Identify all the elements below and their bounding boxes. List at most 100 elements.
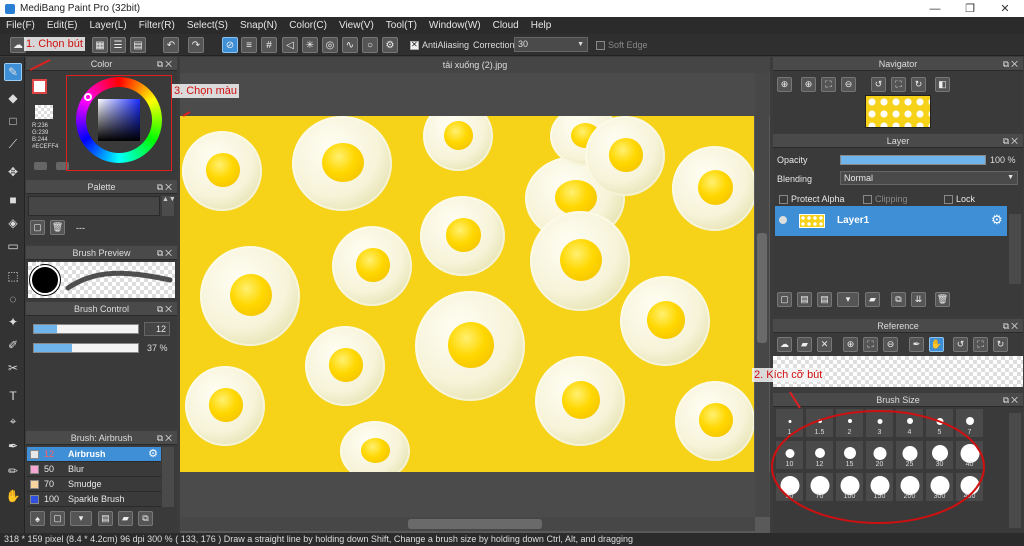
rotate-right-icon[interactable]: ↻ [911,77,926,92]
clipping-checkbox[interactable]: Clipping [863,194,908,205]
brush-opacity-slider[interactable] [33,343,139,353]
new-1bit-layer-icon[interactable]: ▤ [817,292,832,307]
brush-list-item[interactable]: 50 Blur [27,462,161,477]
antialias-check-icon[interactable] [410,40,419,51]
gear-icon[interactable]: ⚙ [148,447,158,462]
reference-close-icon[interactable]: ✕ [817,337,832,352]
brush-size-option[interactable]: 15 [835,440,864,470]
grid-snap-icon[interactable]: # [261,37,277,53]
menu-color[interactable]: Color(C) [283,20,333,31]
select-eraser-icon[interactable]: ✂ [4,359,22,377]
foreground-color-swatch[interactable] [32,79,47,94]
ellipse-snap-icon[interactable]: ○ [362,37,378,53]
delete-palette-icon[interactable]: 🗑 [50,220,65,235]
brush-size-option[interactable]: 40 [955,440,984,470]
brush-size-option[interactable]: 5 [925,408,954,438]
operation-tool-icon[interactable]: ⌖ [4,412,22,430]
brush-size-option[interactable]: 20 [865,440,894,470]
zoom-icon[interactable]: ⊕ [801,77,816,92]
minimize-button[interactable]: — [920,0,950,17]
magic-wand-icon[interactable]: ✦ [4,313,22,331]
curve-snap-icon[interactable]: ∿ [342,37,358,53]
brush-size-option[interactable]: 30 [925,440,954,470]
brush-size-option[interactable]: 3 [865,408,894,438]
reference-zoom-out-icon[interactable]: ⊖ [883,337,898,352]
new-brush-icon[interactable]: ▢ [50,511,65,526]
blending-select[interactable]: Normal ▼ [840,171,1018,185]
brush-size-option[interactable]: 70 [805,472,834,502]
gear-icon[interactable]: ⚙ [991,212,1003,228]
brush-size-option[interactable]: 200 [895,472,924,502]
brush-tool-icon[interactable]: ✎ [4,63,22,81]
brush-size-option[interactable]: 50 [775,472,804,502]
layers-icon[interactable]: ☰ [110,37,126,53]
brush-size-slider[interactable] [33,324,139,334]
menu-file[interactable]: File(F) [0,20,41,31]
brush-doc-icon[interactable]: ▤ [98,511,113,526]
soft-edge-checkbox[interactable]: Soft Edge [596,40,648,51]
brush-size-option[interactable]: 1 [775,408,804,438]
menu-layer[interactable]: Layer(L) [83,20,132,31]
layer-row[interactable]: Layer1 ⚙ [775,206,1007,236]
pen-tool-icon[interactable]: ✏ [4,462,22,480]
layer-menu-icon[interactable]: ▾ [837,292,859,307]
brush-size-option[interactable]: 12 [805,440,834,470]
lock-checkbox[interactable]: Lock [944,194,975,205]
palette-list[interactable] [28,196,160,216]
canvas-tab[interactable]: tải xuống (2).jpg [180,57,770,73]
flip-icon[interactable]: ◧ [935,77,950,92]
palette-scroll[interactable]: ▲▼ [162,196,176,216]
reference-open-icon[interactable]: ☁ [777,337,792,352]
zoom-out-icon[interactable]: ⊖ [841,77,856,92]
canvas-hscroll[interactable] [180,517,755,531]
reference-rotate-right-icon[interactable]: ↻ [993,337,1008,352]
radial-snap-icon[interactable]: ✳ [302,37,318,53]
delete-layer-icon[interactable]: 🗑 [935,292,950,307]
duplicate-layer-icon[interactable]: ⧉ [891,292,906,307]
color-mode-button[interactable] [34,162,47,170]
panel-buttons-icon[interactable]: ⧉✕ [157,57,174,71]
brush-size-scrollbar[interactable] [1009,413,1021,528]
eyedropper-icon[interactable]: ✒ [4,437,22,455]
protect-alpha-checkbox[interactable]: Protect Alpha [779,194,845,205]
snap-off-icon[interactable]: ⊘ [222,37,238,53]
checkbox-icon[interactable] [944,195,953,205]
circle-snap-icon[interactable]: ◎ [322,37,338,53]
layer-opacity-slider[interactable] [840,155,986,165]
select-rect-icon[interactable]: ⬚ [4,267,22,285]
fit-icon[interactable]: ⛶ [821,77,836,92]
hue-marker[interactable] [84,93,92,101]
menu-view[interactable]: View(V) [333,20,380,31]
add-brush-icon[interactable]: ♠ [30,511,45,526]
brush-list-item[interactable]: 12 Airbrush ⚙ [27,447,161,462]
new-palette-icon[interactable]: ▢ [30,220,45,235]
menu-tool[interactable]: Tool(T) [380,20,423,31]
brush-folder-icon[interactable]: ▰ [118,511,133,526]
hue-wheel[interactable] [76,77,162,163]
move-tool-icon[interactable]: ✥ [4,163,22,181]
checkbox-icon[interactable] [779,195,788,205]
fill-tool-icon[interactable]: ◈ [4,214,22,232]
brush-size-option[interactable]: 300 [925,472,954,502]
layer-folder-icon[interactable]: ▰ [865,292,880,307]
rotate-left-icon[interactable]: ↺ [871,77,886,92]
rect-tool-icon[interactable]: ■ [4,191,22,209]
canvas-vscroll[interactable] [755,73,769,517]
layer-scrollbar[interactable] [1009,214,1021,284]
settings-icon[interactable]: ⚙ [382,37,398,53]
panel-buttons-icon[interactable]: ⧉✕ [1003,57,1020,71]
brush-size-option[interactable]: 2 [835,408,864,438]
panel-buttons-icon[interactable]: ⧉✕ [157,180,174,194]
saturation-square[interactable] [98,99,140,141]
brush-size-option[interactable]: 1.5 [805,408,834,438]
brush-list-item[interactable]: 70 Smudge [27,477,161,492]
lasso-tool-icon[interactable]: ◌ [4,290,22,308]
brush-size-option[interactable]: 150 [865,472,894,502]
reference-eyedropper-icon[interactable]: ✒ [909,337,924,352]
brush-size-input[interactable]: 12 [144,322,170,336]
brush-list-item[interactable]: 100 Sparkle Brush [27,492,161,507]
reference-fit-icon[interactable]: ⛶ [863,337,878,352]
tile-icon[interactable]: ▤ [130,37,146,53]
transparent-color-swatch[interactable] [35,105,53,119]
menu-snap[interactable]: Snap(N) [234,20,283,31]
